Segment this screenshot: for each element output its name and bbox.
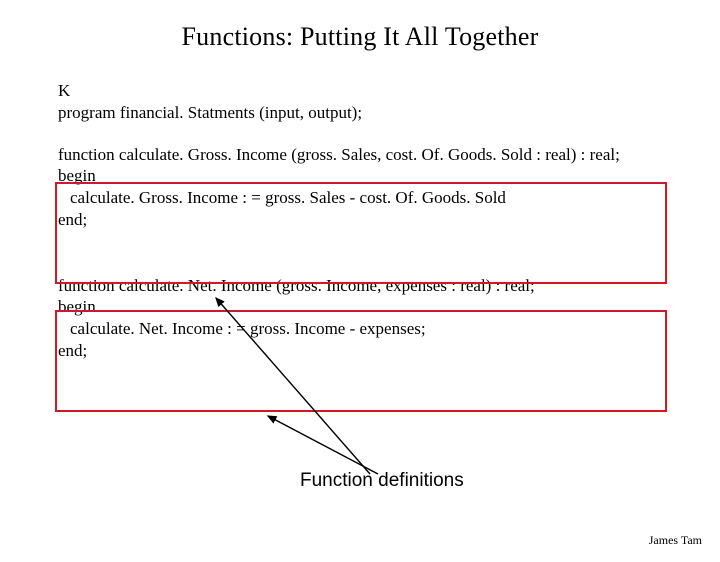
author-footer: James Tam (649, 533, 702, 548)
func1-decl: function calculate. Gross. Income (gross… (58, 144, 672, 166)
caption-label: Function definitions (300, 470, 464, 492)
highlight-box-1 (55, 182, 667, 284)
code-intro-line2: program financial. Statments (input, out… (58, 102, 672, 124)
code-intro-line1: K (58, 80, 672, 102)
highlight-box-2 (55, 310, 667, 412)
arrow-to-box2 (268, 416, 378, 474)
slide-title: Functions: Putting It All Together (0, 22, 720, 52)
